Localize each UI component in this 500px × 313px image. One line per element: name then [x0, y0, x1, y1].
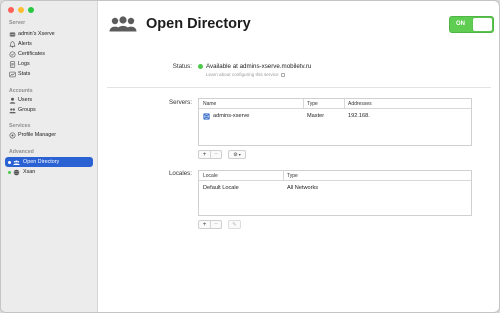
server-icon: [9, 31, 16, 37]
app-window: Server admin's Xserve Alerts Certificate…: [0, 0, 500, 313]
sidebar-item-stats[interactable]: Stats: [5, 69, 93, 79]
logs-icon: [9, 60, 16, 68]
server-name: admins-xserve: [213, 113, 250, 119]
info-icon: [280, 72, 285, 77]
status-label: Status:: [172, 63, 192, 70]
sidebar-item-label: Users: [18, 97, 33, 103]
certificate-icon: [9, 51, 16, 57]
column-header-addresses[interactable]: Addresses: [348, 101, 372, 107]
learn-more-text: Learn about configuring this service: [206, 72, 279, 77]
sidebar-item-open-directory[interactable]: Open Directory: [5, 157, 93, 167]
add-locale-button[interactable]: +: [199, 221, 210, 228]
sidebar-item-label: Certificates: [18, 51, 45, 57]
sidebar-section-accounts: Accounts: [9, 88, 33, 94]
sidebar-section-server: Server: [9, 20, 26, 26]
learn-more-link[interactable]: Learn about configuring this service: [206, 72, 285, 77]
sidebar-item-label: Xsan: [23, 169, 36, 175]
sidebar-item-label: admin's Xserve: [18, 31, 55, 37]
column-separator: [283, 171, 284, 181]
sidebar-section-advanced: Advanced: [9, 149, 34, 155]
zoom-button[interactable]: [28, 7, 34, 13]
locales-table: Locale Type Default Locale All Networks: [198, 170, 472, 216]
status-indicator: [198, 64, 203, 69]
server-address: 192.168.: [348, 113, 370, 119]
main-pane: Open Directory ON Status: Available at a…: [99, 1, 499, 312]
servers-label: Servers:: [168, 99, 192, 106]
column-header-type[interactable]: Type: [307, 101, 318, 107]
xsan-icon: [13, 169, 20, 175]
bell-icon: [9, 40, 16, 48]
sidebar-item-label: Logs: [18, 61, 30, 67]
status-dot: [8, 160, 11, 164]
remove-server-button[interactable]: −: [210, 151, 221, 158]
status-dot: [8, 170, 11, 174]
page-title: Open Directory: [146, 16, 251, 32]
group-icon: [9, 107, 16, 113]
sidebar-item-label: Open Directory: [23, 159, 60, 165]
directory-icon: [13, 159, 20, 165]
sidebar-item-users[interactable]: Users: [5, 95, 93, 105]
locales-table-header: Locale Type: [199, 171, 471, 181]
table-row[interactable]: admins-xserve Master 192.168.: [199, 112, 471, 122]
sidebar-item-logs[interactable]: Logs: [5, 59, 93, 69]
locales-toolbar: + − ✎: [198, 220, 241, 229]
remove-locale-button[interactable]: −: [210, 221, 221, 228]
sidebar-item-label: Profile Manager: [18, 132, 57, 138]
toggle-knob[interactable]: [473, 18, 492, 31]
server-type: Master: [307, 113, 325, 119]
locale-type: All Networks: [287, 185, 319, 191]
sidebar-item-label: Groups: [18, 107, 36, 113]
locale-name: Default Locale: [203, 185, 239, 191]
service-toggle[interactable]: ON: [449, 16, 494, 33]
sidebar-section-services: Services: [9, 123, 31, 129]
toggle-label: ON: [456, 21, 465, 27]
people-group-icon: [109, 16, 137, 32]
column-separator: [303, 99, 304, 109]
table-row[interactable]: Default Locale All Networks: [199, 184, 471, 194]
close-button[interactable]: [8, 7, 14, 13]
locales-label: Locales:: [168, 170, 192, 177]
sidebar-item-xsan[interactable]: Xsan: [5, 167, 93, 177]
add-remove-control: + −: [198, 150, 222, 159]
window-controls: [8, 7, 34, 13]
column-header-locale[interactable]: Locale: [203, 173, 218, 179]
sidebar-item-certificates[interactable]: Certificates: [5, 49, 93, 59]
sidebar-item-server[interactable]: admin's Xserve: [5, 29, 93, 39]
action-menu-button[interactable]: ⚙ ▾: [228, 150, 246, 159]
edit-locale-button[interactable]: ✎: [228, 220, 241, 229]
sidebar: Server admin's Xserve Alerts Certificate…: [1, 1, 98, 312]
sidebar-item-label: Stats: [18, 71, 31, 77]
servers-toolbar: + − ⚙ ▾: [198, 150, 246, 159]
add-server-button[interactable]: +: [199, 151, 210, 158]
gear-icon: ⚙: [233, 151, 238, 158]
sidebar-item-groups[interactable]: Groups: [5, 105, 93, 115]
sidebar-item-alerts[interactable]: Alerts: [5, 39, 93, 49]
chevron-down-icon: ▾: [238, 152, 241, 157]
pencil-icon: ✎: [232, 221, 237, 228]
user-icon: [9, 97, 16, 104]
section-divider: [107, 87, 491, 88]
column-header-name[interactable]: Name: [203, 101, 216, 107]
sidebar-item-profile-manager[interactable]: Profile Manager: [5, 130, 93, 140]
minimize-button[interactable]: [18, 7, 24, 13]
servers-table-header: Name Type Addresses: [199, 99, 471, 109]
column-separator: [344, 99, 345, 109]
profile-manager-icon: [9, 132, 16, 138]
servers-table: Name Type Addresses admins-xserve Master…: [198, 98, 472, 146]
stats-icon: [9, 71, 16, 77]
sidebar-item-label: Alerts: [18, 41, 32, 47]
add-remove-control: + −: [198, 220, 222, 229]
status-text: Available at admins-xserve.mobiletv.ru: [206, 63, 312, 70]
column-header-type[interactable]: Type: [287, 173, 298, 179]
server-globe-icon: [203, 113, 210, 120]
